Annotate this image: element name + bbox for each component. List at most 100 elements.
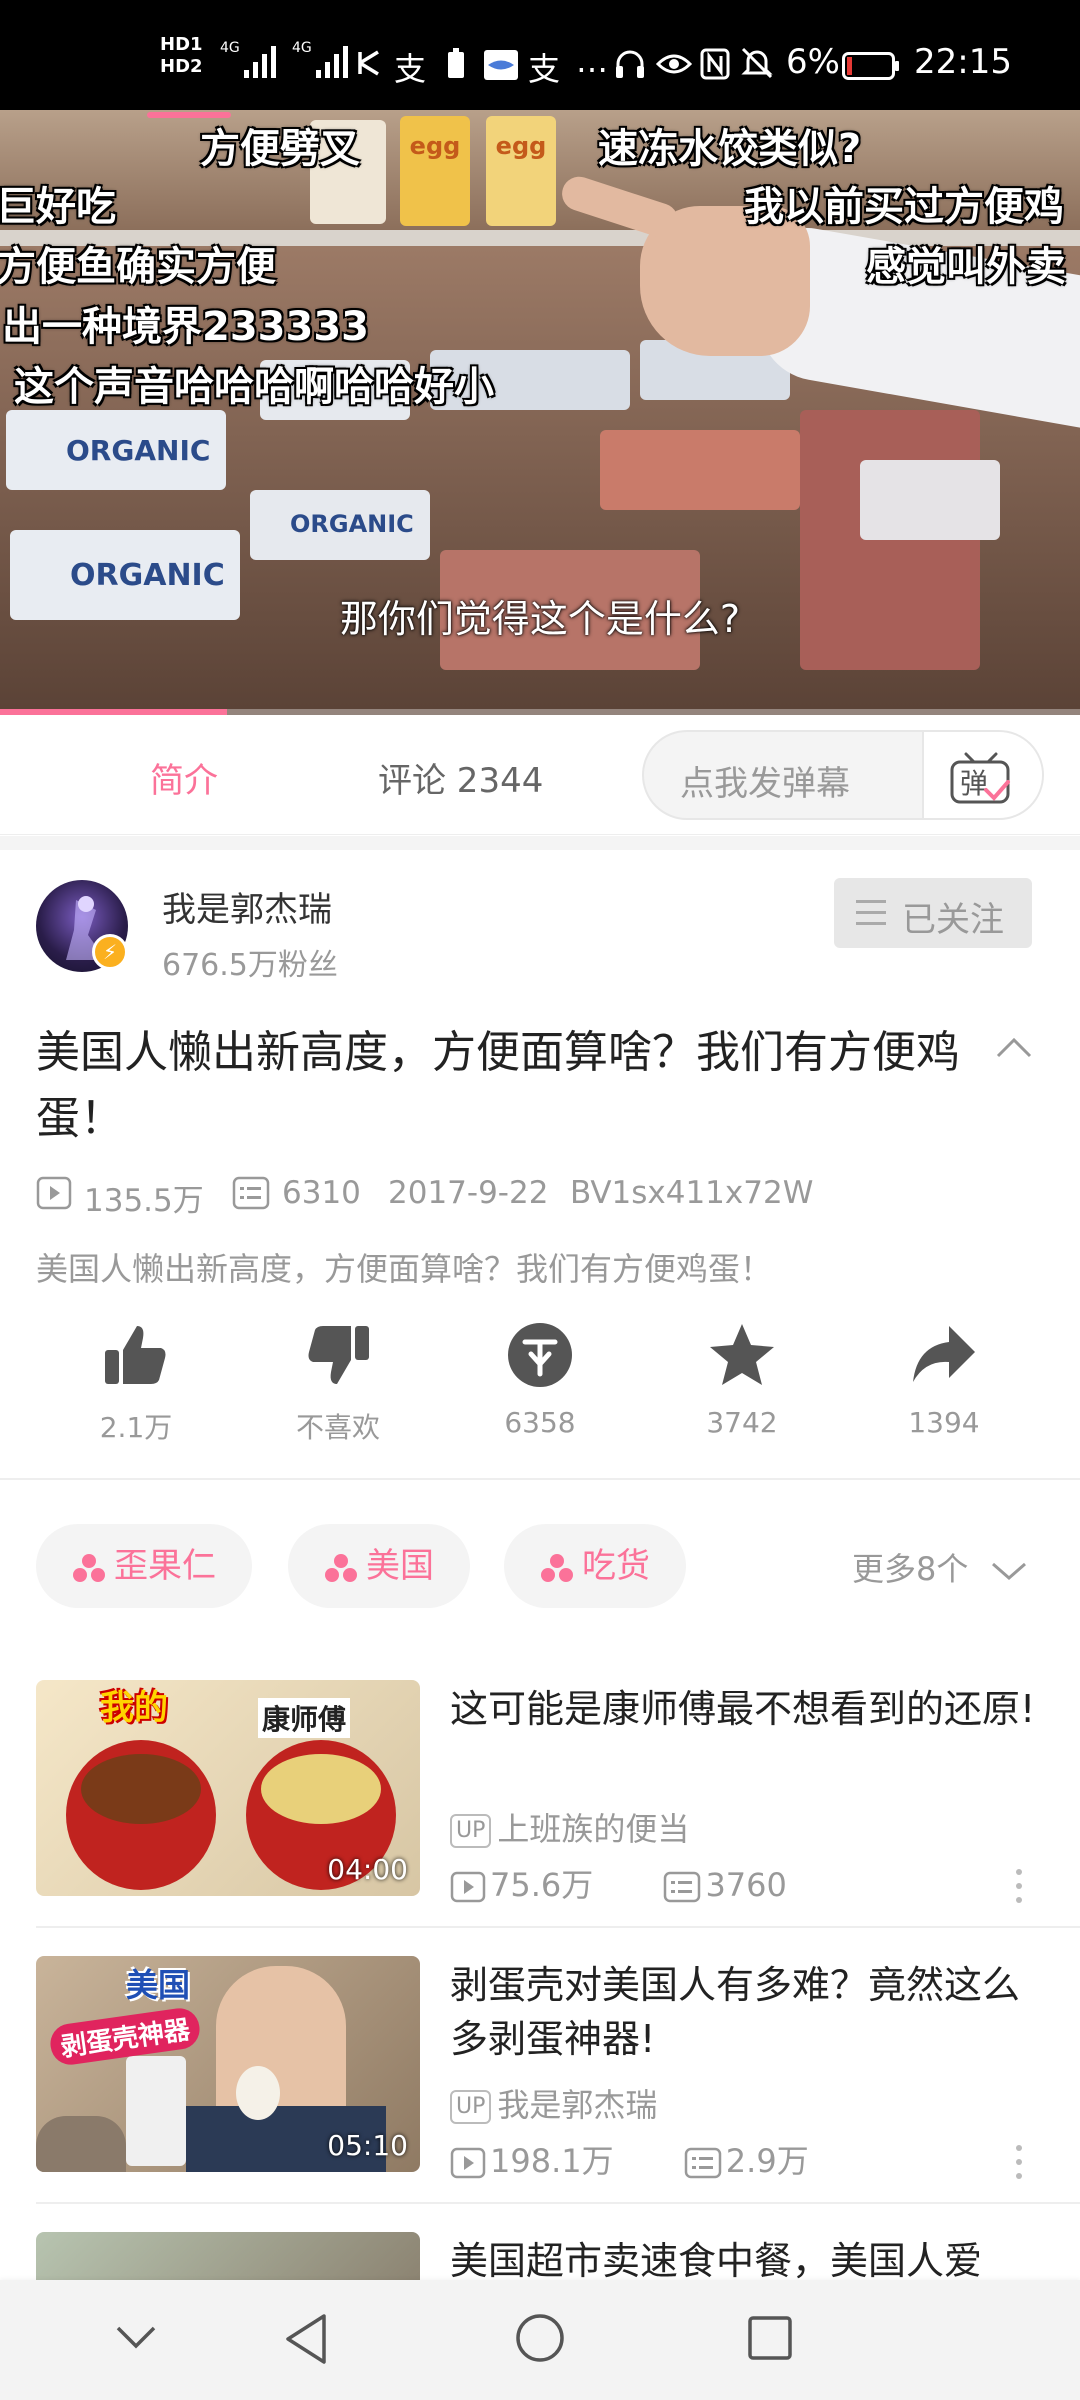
follow-button-label: 已关注 (902, 900, 1004, 940)
play-count-icon (450, 2147, 486, 2179)
like-button[interactable]: 2.1万 (56, 1320, 216, 1446)
carton-10 (860, 460, 1000, 540)
danmaku-item: 方便鱼确实方便 (0, 244, 276, 290)
dislike-button[interactable]: 不喜欢 (258, 1320, 418, 1446)
verified-badge-icon: ⚡ (92, 934, 128, 970)
danmaku-count: 3760 (705, 1866, 787, 1904)
recommended-video[interactable]: 我的 康师傅 04:00 这可能是康师傅最不想看到的还原! UP 上班族的便当 7… (0, 1680, 1080, 1956)
tag-chip[interactable]: 歪果仁 (36, 1524, 252, 1608)
organic-label-3: ORGANIC (290, 510, 414, 538)
bvid: BV1sx411x72W (570, 1175, 814, 1211)
danmaku-item: 感觉叫外卖 (866, 244, 1066, 290)
app-logo-icon (484, 50, 518, 80)
danmaku-item: 巨好吃 (0, 184, 116, 230)
video-duration: 05:10 (327, 2129, 408, 2162)
uploader-name: 我是郭杰瑞 (497, 2086, 658, 2124)
network-type-1: 4G (220, 40, 240, 56)
tag-icon (541, 1553, 573, 1582)
dislike-label: 不喜欢 (295, 1411, 380, 1444)
uploader-name[interactable]: 我是郭杰瑞 (162, 882, 332, 931)
thumbs-up-icon (105, 1326, 166, 1384)
video-title: 美国人懒出新高度，方便面算啥？我们有方便鸡蛋！ (36, 1027, 960, 1144)
recent-apps-icon[interactable] (746, 2314, 794, 2362)
cat (36, 2116, 126, 2172)
egg-carton: egg (400, 116, 470, 226)
organic-carton: ORGANIC (6, 410, 226, 490)
video-title: 剥蛋壳对美国人有多难？竟然这么多剥蛋神器! (450, 1963, 1021, 2061)
signal-icon (244, 46, 276, 78)
collapse-chevron-icon[interactable] (994, 1028, 1034, 1068)
eye-icon (656, 54, 692, 74)
more-tags-label: 更多8个 (852, 1550, 969, 1588)
view-count: 75.6万 (490, 1866, 594, 1904)
danmaku-count-icon (684, 2147, 722, 2179)
status-bar: HD1 HD2 4G 4G 支 支 … 6% 22:15 (0, 0, 1080, 110)
alipay-icon: 支 (394, 50, 427, 88)
hd2-label: HD2 (160, 56, 203, 77)
video-thumbnail: 美国 剥蛋壳神器 05:10 (36, 1956, 420, 2172)
share-count: 1394 (908, 1406, 980, 1439)
danmaku-item: 出一种境界233333 (2, 304, 369, 350)
uploader-fans: 676.5万粉丝 (162, 948, 338, 983)
battery-icon (842, 52, 899, 80)
share-button[interactable]: 1394 (864, 1320, 1024, 1439)
tab-intro[interactable]: 简介 (150, 753, 218, 802)
egg-label: egg (409, 132, 461, 160)
egg (236, 2066, 280, 2120)
back-icon[interactable] (282, 2312, 330, 2366)
home-icon[interactable] (514, 2312, 566, 2364)
organic-carton-3: ORGANIC (250, 490, 430, 560)
tab-comments[interactable]: 评论 2344 (378, 753, 543, 802)
danmaku-toggle-button[interactable]: 弹 (922, 732, 1042, 818)
tag-chip[interactable]: 美国 (288, 1524, 470, 1608)
star-icon (710, 1324, 774, 1385)
tag-chip[interactable]: 吃货 (504, 1524, 686, 1608)
battery-percent: 6% (786, 42, 840, 82)
view-count: 135.5万 (84, 1183, 204, 1219)
favorite-button[interactable]: 3742 (662, 1320, 822, 1439)
divider (36, 1926, 1080, 1928)
screen: HD1 HD2 4G 4G 支 支 … 6% 22:15 egg egg ORG… (0, 0, 1080, 2400)
thumb-caption: 我的 (100, 1688, 168, 1728)
like-count: 2.1万 (99, 1411, 173, 1444)
network-type-2: 4G (292, 40, 312, 56)
hide-keyboard-chevron-icon[interactable] (116, 2324, 156, 2350)
more-options-icon[interactable] (1014, 2142, 1024, 2182)
system-nav-bar (0, 2280, 1080, 2400)
follow-button[interactable]: 已关注 (834, 878, 1032, 948)
danmaku-count: 6310 (282, 1175, 361, 1211)
more-tags-button[interactable]: 更多8个 (852, 1544, 1027, 1590)
video-stats: 198.1万 2.9万 (450, 2136, 809, 2182)
coin-button[interactable]: 6358 (460, 1320, 620, 1439)
coin-count: 6358 (504, 1406, 576, 1439)
recommended-video[interactable]: 美国 剥蛋壳神器 05:10 剥蛋壳对美国人有多难？竟然这么多剥蛋神器! UP 我… (0, 1956, 1080, 2232)
hd1-label: HD1 (160, 34, 203, 55)
divider (36, 2202, 1080, 2204)
more-options-icon[interactable] (1014, 1866, 1024, 1906)
view-count: 198.1万 (490, 2142, 614, 2180)
favorite-count: 3742 (706, 1406, 778, 1439)
sim-labels: HD1 HD2 (160, 34, 203, 78)
video-description: 美国人懒出新高度，方便面算啥？我们有方便鸡蛋！ (36, 1250, 773, 1288)
video-uploader: UP 我是郭杰瑞 (450, 2080, 657, 2126)
danmaku-count-icon (232, 1176, 270, 1210)
tab-active-indicator (147, 112, 231, 118)
play-count-icon (36, 1176, 72, 1210)
thumbs-down-icon (308, 1326, 369, 1384)
video-title: 这可能是康师傅最不想看到的还原! (450, 1687, 1036, 1731)
signal-icon-2 (316, 46, 348, 78)
clock: 22:15 (914, 42, 1012, 82)
app-notification-icon (358, 50, 379, 76)
thumb-caption-2: 康师傅 (258, 1698, 351, 1738)
headphone-icon (616, 50, 644, 78)
danmaku-item: 我以前买过方便鸡 (744, 184, 1064, 230)
noodle-cup-1 (66, 1740, 216, 1890)
up-badge: UP (450, 1814, 492, 1848)
chevron-down-icon (991, 1562, 1026, 1580)
tag-icon (325, 1553, 357, 1582)
video-player[interactable]: egg egg ORGANIC ORGANIC ORGANIC 方便劈叉 速冻水… (0, 110, 1080, 715)
video-stats: 75.6万 3760 (450, 1860, 787, 1906)
danmaku-input[interactable]: 点我发弹幕 弹 (642, 730, 1044, 820)
mute-bell-icon (741, 47, 773, 79)
divider (0, 836, 1080, 850)
